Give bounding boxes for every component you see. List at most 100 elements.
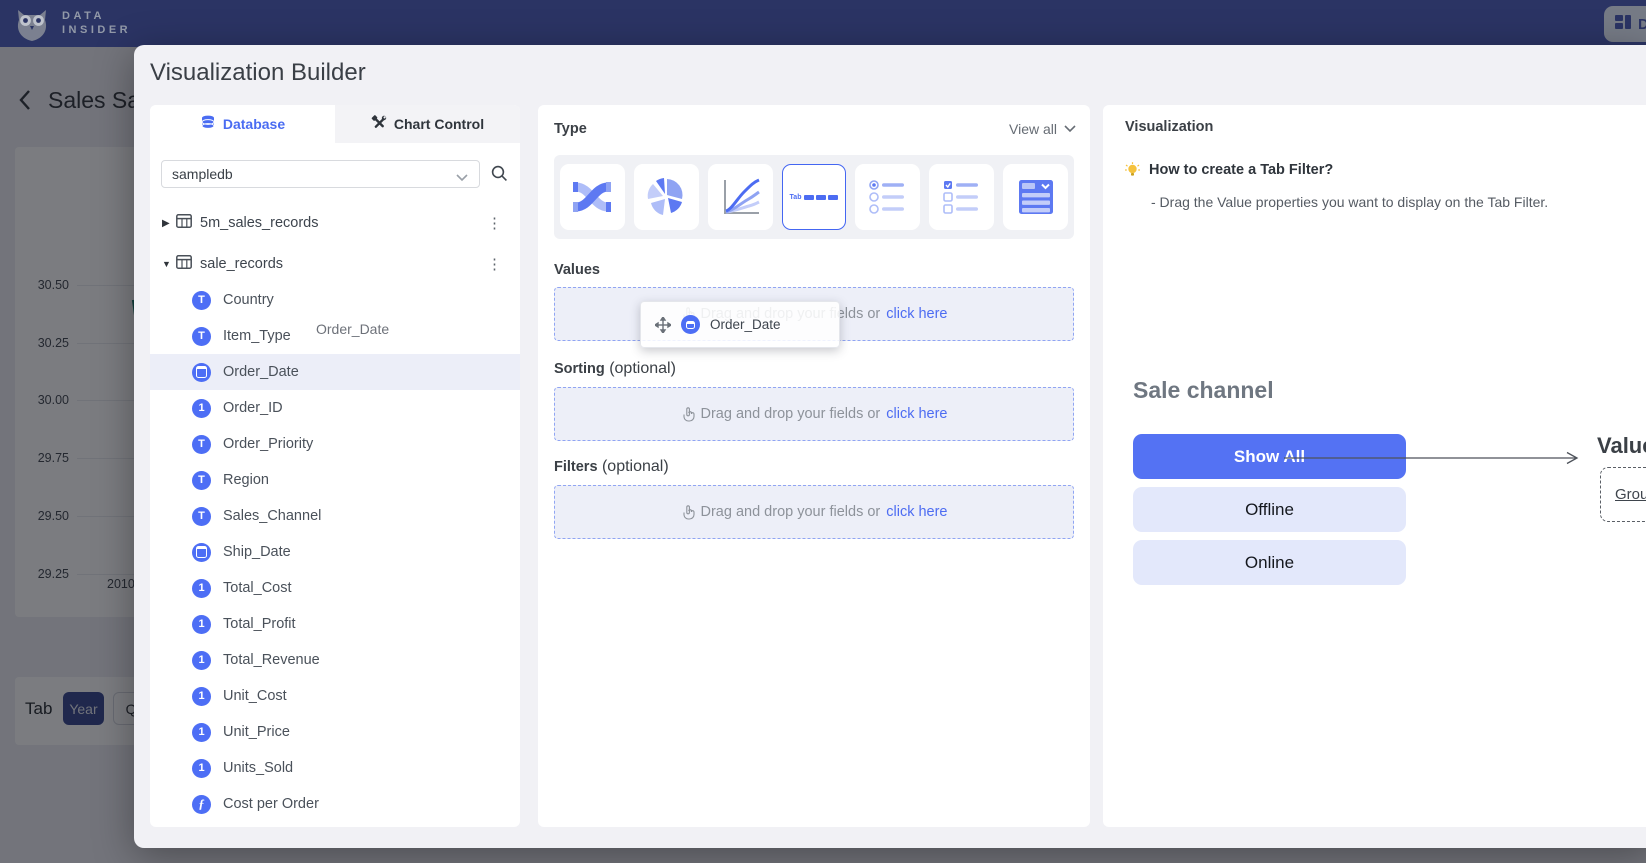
caret-right-icon[interactable]: ▶ (162, 218, 176, 229)
tab-database[interactable]: Database (150, 105, 335, 143)
dropzone-click-here-link[interactable]: click here (886, 306, 947, 322)
annotation-arrow (1284, 450, 1584, 466)
annotation-group-box: Group (1600, 467, 1646, 522)
modal-title: Visualization Builder (150, 59, 366, 87)
filters-section-label: Filters (optional) (554, 458, 669, 476)
field-name: Ship_Date (223, 544, 291, 560)
values-section-label: Values (554, 262, 600, 278)
dropzone-click-here-link[interactable]: click here (886, 504, 947, 520)
field-row[interactable]: Ship_Date (150, 534, 520, 570)
dashboard-icon (1614, 13, 1632, 36)
field-type-icon-text: T (192, 291, 211, 310)
builder-panel: Type View all (538, 105, 1090, 827)
table-menu-kebab-icon[interactable]: ⋮ (487, 214, 502, 232)
preview-button-offline[interactable]: Offline (1133, 487, 1406, 532)
dropzone-click-here-link[interactable]: click here (886, 406, 947, 422)
field-name: Order_Date (223, 364, 299, 380)
field-name: Cost per Order (223, 796, 319, 812)
field-name: Sales_Channel (223, 508, 321, 524)
dashboard-nav-label: D (1638, 16, 1646, 33)
filters-label: Filters (554, 459, 598, 475)
caret-down-icon[interactable]: ▼ (162, 259, 176, 269)
sankey-icon (570, 175, 614, 219)
type-card-sankey[interactable] (560, 164, 625, 230)
preview-button-online[interactable]: Online (1133, 540, 1406, 585)
field-row[interactable]: Order_Date (150, 354, 520, 390)
type-card-line[interactable] (708, 164, 773, 230)
field-name: Country (223, 292, 274, 308)
database-icon (200, 115, 216, 134)
table-icon (176, 214, 192, 233)
pie-chart-icon (644, 175, 688, 219)
field-name: Total_Profit (223, 616, 296, 632)
field-row[interactable]: T Country (150, 282, 520, 318)
dropzone-placeholder: Drag and drop your fields or (701, 504, 881, 520)
type-card-tab-filter[interactable]: Tab (782, 164, 847, 230)
optional-suffix: (optional) (609, 360, 676, 377)
type-card-radio-list[interactable] (855, 164, 920, 230)
sorting-section-label: Sorting (optional) (554, 360, 676, 378)
move-cross-icon (655, 317, 671, 333)
tab-chart-control[interactable]: Chart Control (335, 105, 520, 143)
table-menu-kebab-icon[interactable]: ⋮ (487, 255, 502, 273)
granularity-label: Tab (25, 699, 52, 719)
sorting-dropzone[interactable]: Drag and drop your fields or click here (554, 387, 1074, 441)
field-type-icon-function: ƒ (192, 795, 211, 814)
type-section-label: Type (554, 121, 587, 137)
field-row[interactable]: 1 Total_Cost (150, 570, 520, 606)
view-all-button[interactable]: View all (1009, 121, 1076, 137)
app-screen: Sales Sa 30.50 30.25 30.00 29.75 29.50 2… (0, 0, 1646, 863)
annotation-value-label: Value (1597, 433, 1646, 459)
field-type-icon-number: 1 (192, 579, 211, 598)
sorting-label: Sorting (554, 361, 605, 377)
field-row[interactable]: 1 Order_ID (150, 390, 520, 426)
top-navbar: DATA INSIDER D (0, 0, 1646, 47)
field-name: Unit_Price (223, 724, 290, 740)
field-name: Order_ID (223, 400, 283, 416)
x-tick: 2010 (107, 577, 135, 591)
field-name: Order_Priority (223, 436, 313, 452)
table-name: 5m_sales_records (200, 215, 318, 231)
field-row[interactable]: ƒ Cost per Order (150, 786, 520, 822)
tab-filter-icon: Tab (790, 194, 839, 201)
field-name: Total_Cost (223, 580, 292, 596)
table-row-5m-sales-records[interactable]: ▶ 5m_sales_records ⋮ (150, 205, 520, 241)
dropzone-placeholder: Drag and drop your fields or (701, 406, 881, 422)
view-all-label: View all (1009, 121, 1057, 137)
group-link[interactable]: Group (1615, 486, 1646, 503)
field-type-icon-number: 1 (192, 615, 211, 634)
field-type-icon-number: 1 (192, 723, 211, 742)
field-type-icon-date (681, 315, 700, 334)
lightbulb-icon (1124, 162, 1141, 184)
field-row[interactable]: 1 Unit_Cost (150, 678, 520, 714)
owl-logo-icon[interactable] (12, 4, 52, 49)
drag-source-ghost-label: Order_Date (316, 321, 389, 337)
dropdown-list-icon (1014, 175, 1058, 219)
table-icon (176, 255, 192, 274)
field-row[interactable]: T Order_Priority (150, 426, 520, 462)
database-search-input[interactable] (161, 160, 480, 188)
type-card-dropdown[interactable] (1003, 164, 1068, 230)
field-row[interactable]: 1 Total_Profit (150, 606, 520, 642)
back-chevron-icon[interactable] (18, 89, 32, 116)
field-row[interactable]: T Sales_Channel (150, 498, 520, 534)
y-tick: 29.75 (15, 451, 69, 465)
field-type-icon-text: T (192, 471, 211, 490)
filters-dropzone[interactable]: Drag and drop your fields or click here (554, 485, 1074, 539)
field-row[interactable]: T Region (150, 462, 520, 498)
dashboard-nav-button[interactable]: D (1604, 6, 1646, 42)
granularity-year-button[interactable]: Year (63, 692, 104, 725)
search-chevron-down-icon[interactable] (456, 169, 468, 187)
field-list: T Country T Item_Type Order_Date 1 Order… (150, 282, 520, 822)
field-name: Units_Sold (223, 760, 293, 776)
field-row[interactable]: 1 Total_Revenue (150, 642, 520, 678)
field-row[interactable]: 1 Units_Sold (150, 750, 520, 786)
field-type-icon-text: T (192, 327, 211, 346)
type-card-checkbox-list[interactable] (929, 164, 994, 230)
field-row[interactable]: 1 Unit_Price (150, 714, 520, 750)
search-icon[interactable] (490, 164, 508, 187)
type-card-pie[interactable] (634, 164, 699, 230)
y-tick: 30.50 (15, 278, 69, 292)
table-row-sale-records[interactable]: ▼ sale_records ⋮ (150, 246, 520, 282)
drag-ghost-chip[interactable]: Order_Date (640, 301, 840, 348)
